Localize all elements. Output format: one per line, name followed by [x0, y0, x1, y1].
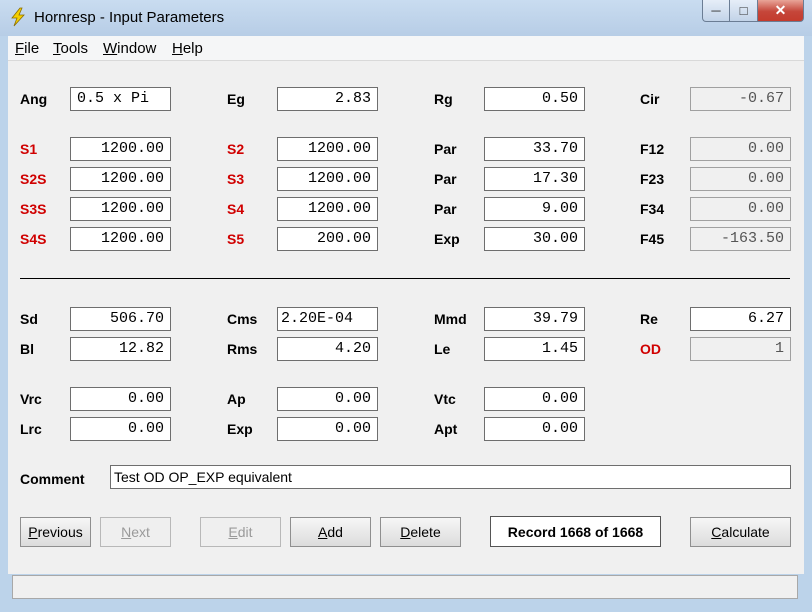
- s5-field[interactable]: 200.00: [277, 227, 378, 251]
- edit-button[interactable]: Edit: [200, 517, 281, 547]
- par2-field[interactable]: 17.30: [484, 167, 585, 191]
- window-title: Hornresp - Input Parameters: [34, 9, 225, 26]
- ap-field[interactable]: 0.00: [277, 387, 378, 411]
- od-field: 1: [690, 337, 791, 361]
- maximize-button[interactable]: □: [730, 0, 758, 22]
- par3-field[interactable]: 9.00: [484, 197, 585, 221]
- exp2-label: Exp: [227, 421, 253, 437]
- s2s-field[interactable]: 1200.00: [70, 167, 171, 191]
- bl-label: Bl: [20, 341, 34, 357]
- delete-button[interactable]: Delete: [380, 517, 461, 547]
- od-label: OD: [640, 341, 661, 357]
- apt-label: Apt: [434, 421, 458, 437]
- eg-field[interactable]: 2.83: [277, 87, 378, 111]
- s5-label: S5: [227, 231, 245, 247]
- maximize-icon: □: [739, 3, 748, 18]
- s4s-field[interactable]: 1200.00: [70, 227, 171, 251]
- f34-label: F34: [640, 201, 665, 217]
- vrc-label: Vrc: [20, 391, 42, 407]
- sd-label: Sd: [20, 311, 38, 327]
- ang-field[interactable]: 0.5 x Pi: [70, 87, 171, 111]
- vtc-label: Vtc: [434, 391, 456, 407]
- rms-label: Rms: [227, 341, 258, 357]
- menu-help[interactable]: Help: [172, 40, 203, 57]
- lrc-label: Lrc: [20, 421, 42, 437]
- lrc-field[interactable]: 0.00: [70, 417, 171, 441]
- ap-label: Ap: [227, 391, 246, 407]
- exp1-field[interactable]: 30.00: [484, 227, 585, 251]
- mmd-label: Mmd: [434, 311, 467, 327]
- menu-file[interactable]: File: [15, 40, 39, 57]
- lightning-icon: [11, 7, 25, 27]
- minimize-icon: ─: [711, 3, 721, 18]
- title-bar[interactable]: Hornresp - Input Parameters ─ □ ✕: [0, 0, 812, 36]
- le-label: Le: [434, 341, 451, 357]
- section-divider: [20, 278, 790, 279]
- apt-field[interactable]: 0.00: [484, 417, 585, 441]
- close-icon: ✕: [774, 2, 787, 18]
- le-field[interactable]: 1.45: [484, 337, 585, 361]
- ang-label: Ang: [20, 91, 48, 107]
- comment-field[interactable]: Test OD OP_EXP equivalent: [110, 465, 791, 489]
- exp1-label: Exp: [434, 231, 460, 247]
- rms-field[interactable]: 4.20: [277, 337, 378, 361]
- cir-field: -0.67: [690, 87, 791, 111]
- s3s-field[interactable]: 1200.00: [70, 197, 171, 221]
- rg-field[interactable]: 0.50: [484, 87, 585, 111]
- s2-field[interactable]: 1200.00: [277, 137, 378, 161]
- comment-label: Comment: [20, 471, 85, 487]
- minimize-button[interactable]: ─: [702, 0, 730, 22]
- f12-field: 0.00: [690, 137, 791, 161]
- re-field[interactable]: 6.27: [690, 307, 791, 331]
- f45-label: F45: [640, 231, 665, 247]
- rg-label: Rg: [434, 91, 453, 107]
- s2-label: S2: [227, 141, 245, 157]
- input-parameters-panel: Ang 0.5 x Pi Eg 2.83 Rg 0.50 Cir -0.67 S…: [8, 61, 804, 599]
- add-button[interactable]: Add: [290, 517, 371, 547]
- bl-field[interactable]: 12.82: [70, 337, 171, 361]
- cms-field[interactable]: 2.20E-04: [277, 307, 378, 331]
- re-label: Re: [640, 311, 658, 327]
- close-button[interactable]: ✕: [758, 0, 804, 22]
- s4s-label: S4S: [20, 231, 47, 247]
- f34-field: 0.00: [690, 197, 791, 221]
- eg-label: Eg: [227, 91, 245, 107]
- exp2-field[interactable]: 0.00: [277, 417, 378, 441]
- f23-field: 0.00: [690, 167, 791, 191]
- mmd-field[interactable]: 39.79: [484, 307, 585, 331]
- par3-label: Par: [434, 201, 457, 217]
- s1-label: S1: [20, 141, 38, 157]
- s3-field[interactable]: 1200.00: [277, 167, 378, 191]
- s4-label: S4: [227, 201, 245, 217]
- s3s-label: S3S: [20, 201, 47, 217]
- s3-label: S3: [227, 171, 245, 187]
- window-controls: ─ □ ✕: [702, 0, 804, 22]
- s1-field[interactable]: 1200.00: [70, 137, 171, 161]
- previous-button[interactable]: Previous: [20, 517, 91, 547]
- f23-label: F23: [640, 171, 665, 187]
- menu-window[interactable]: Window: [103, 40, 156, 57]
- f45-field: -163.50: [690, 227, 791, 251]
- status-bar: [12, 575, 798, 599]
- par1-label: Par: [434, 141, 457, 157]
- cir-label: Cir: [640, 91, 660, 107]
- menu-bar: File Tools Window Help: [8, 36, 804, 61]
- record-indicator: Record 1668 of 1668: [490, 516, 661, 547]
- s4-field[interactable]: 1200.00: [277, 197, 378, 221]
- cms-label: Cms: [227, 311, 258, 327]
- vtc-field[interactable]: 0.00: [484, 387, 585, 411]
- calculate-button[interactable]: Calculate: [690, 517, 791, 547]
- f12-label: F12: [640, 141, 665, 157]
- menu-tools[interactable]: Tools: [53, 40, 88, 57]
- vrc-field[interactable]: 0.00: [70, 387, 171, 411]
- par2-label: Par: [434, 171, 457, 187]
- par1-field[interactable]: 33.70: [484, 137, 585, 161]
- next-button[interactable]: Next: [100, 517, 171, 547]
- sd-field[interactable]: 506.70: [70, 307, 171, 331]
- s2s-label: S2S: [20, 171, 47, 187]
